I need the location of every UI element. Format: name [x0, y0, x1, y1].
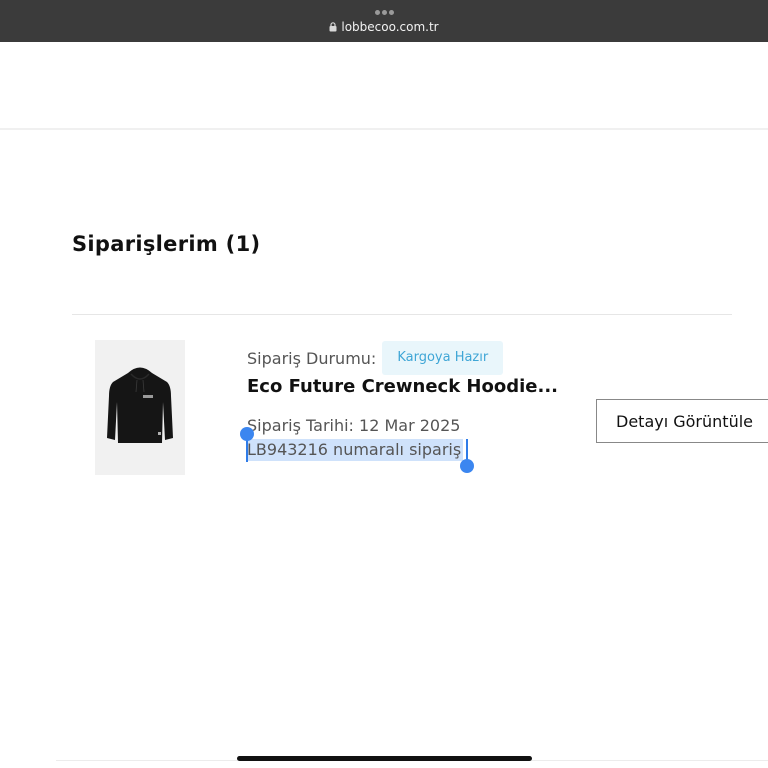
selection-start-handle[interactable] [240, 427, 254, 441]
status-label: Sipariş Durumu: [247, 348, 377, 368]
home-indicator[interactable] [237, 756, 532, 761]
product-image[interactable] [95, 340, 185, 475]
site-header [0, 42, 768, 130]
url-text: lobbecoo.com.tr [341, 20, 439, 34]
more-dots-icon[interactable] [0, 6, 768, 15]
browser-address-bar[interactable]: lobbecoo.com.tr [0, 0, 768, 42]
lock-icon [329, 22, 337, 32]
order-number[interactable]: LB943216 numaralı sipariş [246, 439, 464, 461]
order-date: Sipariş Tarihi: 12 Mar 2025 [247, 416, 461, 435]
divider [72, 314, 732, 315]
page-title: Siparişlerim (1) [72, 232, 261, 256]
selection-start-line [246, 439, 248, 462]
product-title[interactable]: Eco Future Crewneck Hoodie... [247, 376, 558, 397]
selection-end-handle[interactable] [460, 459, 474, 473]
url-field[interactable]: lobbecoo.com.tr [0, 20, 768, 34]
status-badge: Kargoya Hazır [382, 341, 504, 375]
order-status-row: Sipariş Durumu: Kargoya Hazır [247, 341, 504, 375]
black-hoodie-product-image [95, 340, 185, 475]
view-details-button[interactable]: Detayı Görüntüle [596, 399, 768, 443]
